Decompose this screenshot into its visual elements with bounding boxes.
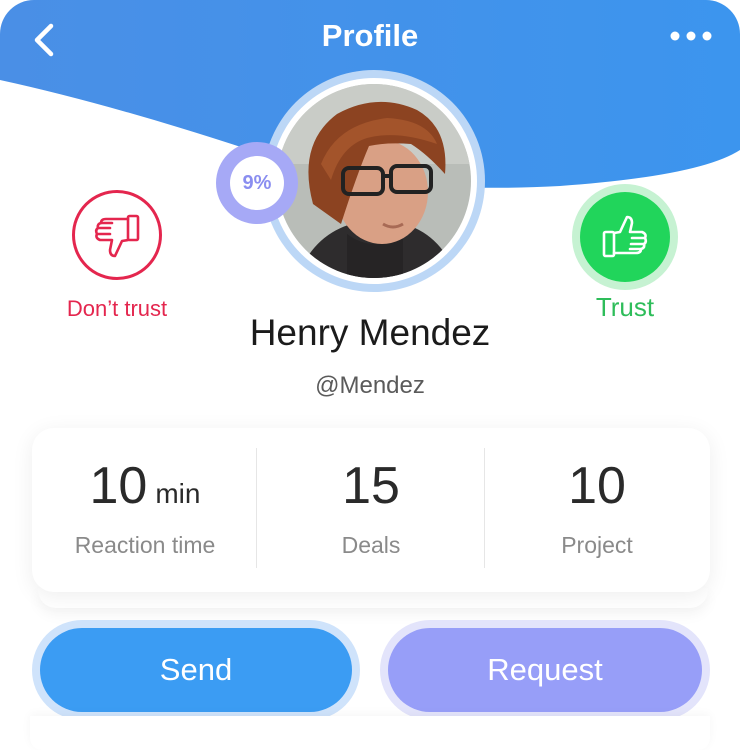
thumbs-up-icon <box>602 215 648 258</box>
trust-score-badge: 9% <box>216 142 298 224</box>
stat-project: 10 Project <box>484 428 710 592</box>
stat-label: Deals <box>341 532 401 558</box>
stat-value: 10 <box>568 457 626 515</box>
request-button[interactable]: Request <box>380 620 710 720</box>
stat-deals: 15 Deals <box>258 428 484 592</box>
thumbs-down-icon <box>94 214 140 258</box>
send-button[interactable]: Send <box>32 620 360 720</box>
bottom-card-edge <box>30 716 710 750</box>
stat-divider <box>256 448 257 568</box>
more-options-button[interactable] <box>668 20 714 52</box>
trust-score-value: 9% <box>230 156 284 210</box>
profile-screen: Profile 9% Don’t trust Trust Henry Mende… <box>0 0 740 750</box>
more-horizontal-icon <box>670 31 712 41</box>
stats-card: 10 min Reaction time 15 Deals 10 Project <box>32 428 710 592</box>
user-name: Henry Mendez <box>249 312 491 353</box>
stat-value: 10 min <box>89 457 201 515</box>
avatar[interactable] <box>277 84 471 278</box>
user-handle: @Mendez <box>315 372 425 399</box>
stat-value: 15 <box>342 457 400 515</box>
stat-label: Project <box>561 532 633 558</box>
stat-label: Reaction time <box>74 532 216 558</box>
stat-reaction-time: 10 min Reaction time <box>32 428 258 592</box>
send-button-label: Send <box>40 628 352 712</box>
dont-trust-button[interactable] <box>72 190 162 280</box>
request-button-label: Request <box>388 628 702 712</box>
stat-unit: min <box>155 478 201 509</box>
page-title: Profile <box>321 18 419 53</box>
trust-button[interactable] <box>572 184 678 290</box>
